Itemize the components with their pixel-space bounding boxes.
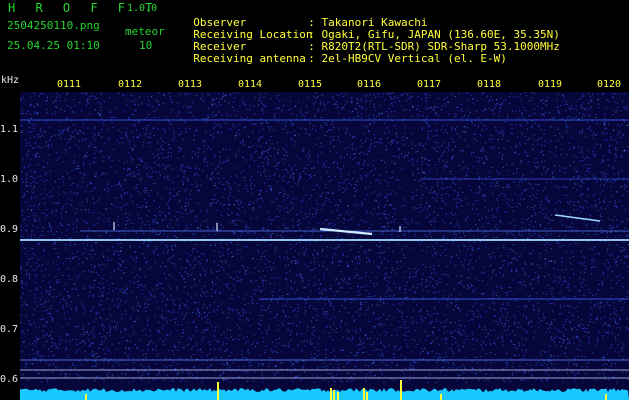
signal-spike	[366, 392, 368, 400]
x-tick-label: 0114	[238, 79, 263, 90]
meta-antenna: Receiving antenna: 2el-HB9CV Vertical (e…	[180, 41, 507, 65]
signal-spike	[330, 388, 332, 400]
meta-label: Receiving antenna	[193, 52, 306, 65]
date-time: 25.04.25 01:10	[7, 39, 100, 52]
meteor-count: 10	[139, 39, 153, 52]
signal-spike	[85, 394, 87, 400]
y-tick-label: 0.6	[0, 374, 19, 385]
y-tick-label: 1.1	[0, 124, 19, 135]
app-version: 1.0.0	[127, 3, 158, 14]
x-tick-label: 0116	[357, 79, 382, 90]
x-tick-label: 0112	[118, 79, 143, 90]
signal-spike	[217, 382, 219, 400]
y-tick-label: 1.0	[0, 174, 19, 185]
file-name: 2504250110.png	[7, 19, 100, 32]
spectrogram-background	[20, 92, 629, 400]
meteor-label: meteor	[125, 25, 165, 38]
signal-spike	[337, 392, 339, 400]
x-tick-label: 0117	[417, 79, 442, 90]
y-tick-label: 0.7	[0, 324, 19, 335]
signal-spike	[363, 388, 365, 400]
spectrogram	[20, 92, 629, 400]
x-tick-label: 0118	[477, 79, 502, 90]
signal-spike	[605, 394, 607, 400]
signal-spike	[333, 390, 335, 400]
x-tick-label: 0120	[597, 79, 622, 90]
y-axis-unit: kHz	[1, 75, 20, 86]
x-tick-label: 0111	[57, 79, 82, 90]
signal-spike	[400, 380, 402, 400]
signal-spike	[440, 394, 442, 400]
x-tick-label: 0113	[178, 79, 203, 90]
y-tick-label: 0.9	[0, 224, 19, 235]
x-tick-label: 0119	[538, 79, 563, 90]
y-tick-label: 0.8	[0, 274, 19, 285]
meta-value: : 2el-HB9CV Vertical (el. E-W)	[308, 52, 507, 65]
x-tick-label: 0115	[298, 79, 323, 90]
